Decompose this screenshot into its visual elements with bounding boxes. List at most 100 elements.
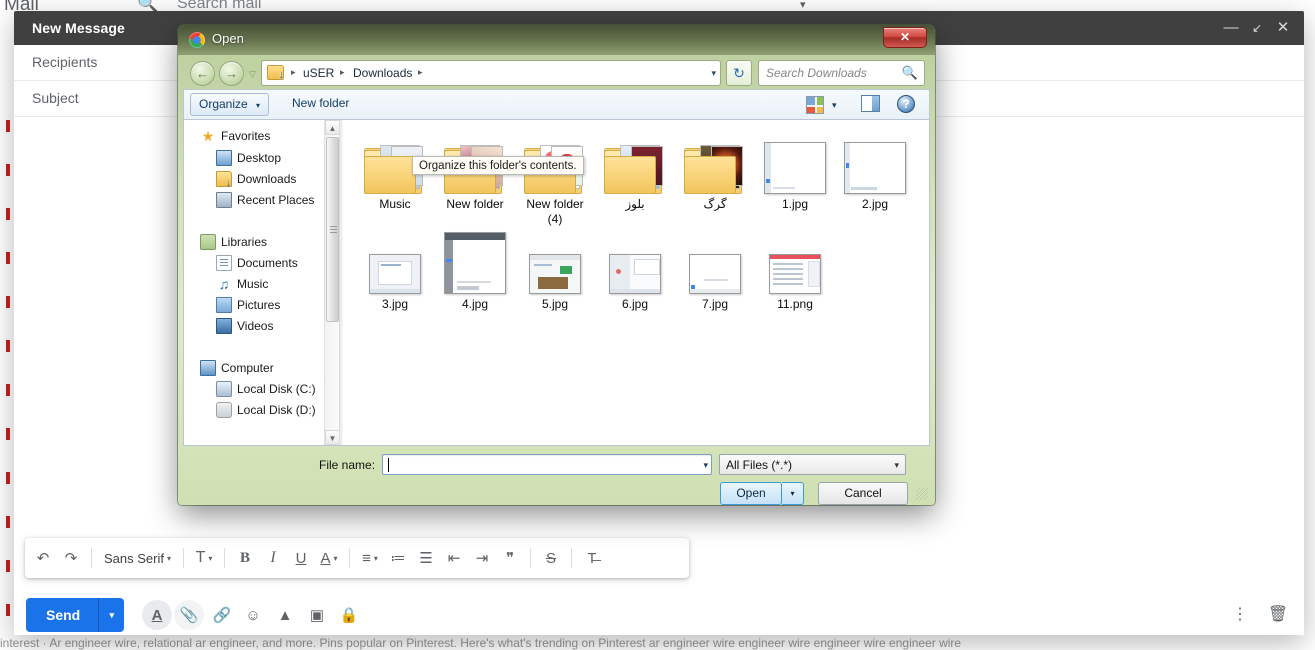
discard-draft-icon[interactable]: 🗑 [1264, 600, 1292, 628]
divider [349, 548, 350, 568]
refresh-icon[interactable]: ↻ [726, 60, 752, 86]
font-family-select[interactable]: Sans Serif ▾ [98, 543, 177, 573]
tree-item-label: Documents [237, 255, 298, 270]
tree-item-local-disk-c[interactable]: Local Disk (C:) [184, 378, 316, 399]
breadcrumb-separator: ▸ [418, 67, 423, 77]
search-input[interactable]: Search Downloads 🔍 [758, 60, 925, 86]
scrollbar-thumb[interactable] [326, 137, 339, 322]
open-options-caret[interactable]: ▾ [782, 482, 804, 505]
open-button[interactable]: Open [720, 482, 782, 505]
remove-formatting-icon[interactable]: T̶ [578, 543, 606, 573]
preview-pane-icon[interactable] [861, 95, 880, 112]
file-label: 11.png [777, 297, 813, 311]
pictures-icon [216, 296, 232, 313]
send-options-caret[interactable]: ▾ [98, 598, 124, 632]
strikethrough-icon[interactable]: S [537, 543, 565, 573]
back-icon[interactable]: ← [190, 61, 215, 86]
tree-item-label: Computer [221, 360, 274, 375]
tree-item-music[interactable]: ♫ Music [184, 273, 269, 294]
tree-item-libraries[interactable]: Libraries [184, 231, 267, 252]
undo-icon[interactable]: ↶ [29, 543, 57, 573]
scroll-down-icon[interactable]: ▼ [325, 430, 339, 445]
chevron-down-icon: ▾ [166, 553, 171, 563]
chevron-down-icon: ▾ [256, 101, 261, 110]
tree-item-pictures[interactable]: Pictures [184, 294, 280, 315]
tree-item-label: Local Disk (D:) [237, 402, 316, 417]
recent-locations-icon[interactable]: ▽ [249, 69, 256, 80]
tree-item-label: Libraries [221, 234, 268, 249]
text-color-button[interactable]: A ▾ [315, 543, 343, 573]
minimize-icon[interactable]: — [1220, 17, 1242, 39]
help-icon[interactable]: ? [897, 95, 915, 113]
tree-item-computer[interactable]: Computer [184, 357, 274, 378]
popout-icon[interactable]: ↙ [1246, 17, 1268, 39]
outdent-icon[interactable]: ⇤ [440, 543, 468, 573]
align-button[interactable]: ≡ ▾ [356, 543, 384, 573]
search-placeholder: Search Downloads [766, 66, 867, 80]
numbered-list-icon[interactable]: ≔ [384, 543, 412, 573]
italic-button[interactable]: I [259, 543, 287, 573]
bulleted-list-icon[interactable]: ☰ [412, 543, 440, 573]
indent-icon[interactable]: ⇥ [468, 543, 496, 573]
breadcrumb-item-user[interactable]: uSER [303, 66, 334, 80]
resize-grip[interactable] [916, 488, 928, 500]
new-folder-button[interactable]: New folder [292, 96, 349, 110]
tree-item-recent-places[interactable]: Recent Places [184, 189, 314, 210]
tree-item-label: Favorites [221, 128, 271, 143]
tree-item-documents[interactable]: Documents [184, 252, 298, 273]
file-item-2-jpg[interactable]: 2.jpg [827, 128, 923, 212]
close-icon[interactable]: ✕ [1272, 17, 1294, 39]
align-icon: ≡ [362, 549, 371, 567]
formatting-options-icon[interactable]: A [142, 600, 172, 630]
divider [224, 548, 225, 568]
more-options-icon[interactable]: ⋮ [1226, 600, 1254, 628]
tree-item-label: Pictures [237, 297, 281, 312]
chevron-down-icon: ▾ [208, 553, 213, 563]
bold-button[interactable]: B [231, 543, 259, 573]
tree-item-local-disk-d[interactable]: Local Disk (D:) [184, 399, 316, 420]
file-item-11-png[interactable]: 11.png [747, 228, 843, 312]
file-type-filter-value: All Files (*.*) [726, 458, 793, 472]
chevron-down-icon[interactable]: ▾ [832, 100, 837, 111]
font-size-button[interactable]: T ▾ [190, 543, 218, 573]
breadcrumb-separator: ▸ [291, 67, 296, 77]
tree-item-label: Downloads [237, 171, 297, 186]
recipients-placeholder: Recipients [32, 54, 98, 70]
chevron-down-icon[interactable]: ▾ [800, 0, 806, 11]
redo-icon[interactable]: ↷ [57, 543, 85, 573]
dialog-footer: File name: ▾ All Files (*.*) ▾ Open ▾ Ca… [183, 446, 930, 505]
address-bar[interactable]: ▸ uSER ▸ Downloads ▸ ▾ [261, 60, 721, 86]
views-icon[interactable] [806, 96, 824, 114]
forward-icon[interactable]: → [219, 61, 244, 86]
confidential-mode-icon[interactable]: 🔒 [334, 600, 364, 630]
quote-icon[interactable]: ❞ [496, 543, 524, 573]
chevron-down-icon: ▾ [373, 553, 378, 563]
libraries-icon [200, 233, 216, 250]
insert-emoji-icon[interactable]: ☺ [238, 600, 268, 630]
divider [571, 548, 572, 568]
breadcrumb-item-downloads[interactable]: Downloads [353, 66, 412, 80]
tree-item-desktop[interactable]: Desktop [184, 147, 281, 168]
tree-item-favorites[interactable]: ★ Favorites [184, 125, 271, 146]
attach-file-icon[interactable]: 📎 [174, 600, 204, 630]
cancel-button[interactable]: Cancel [818, 482, 908, 505]
tree-item-downloads[interactable]: Downloads [184, 168, 296, 189]
organize-button[interactable]: Organize ▾ [190, 93, 270, 116]
chevron-down-icon[interactable]: ▾ [703, 460, 708, 471]
insert-photo-icon[interactable]: ▣ [302, 600, 332, 630]
close-icon[interactable]: ✕ [883, 27, 927, 48]
insert-link-icon[interactable]: 🔗 [207, 600, 237, 630]
tree-item-videos[interactable]: Videos [184, 315, 273, 336]
tree-item-label: Recent Places [237, 192, 315, 207]
insert-drive-icon[interactable]: ▲ [270, 600, 300, 630]
file-label: 2.jpg [861, 197, 889, 211]
file-type-filter-select[interactable]: All Files (*.*) ▾ [719, 454, 906, 475]
send-button[interactable]: Send ▾ [26, 598, 125, 632]
file-name-input[interactable]: ▾ [382, 454, 712, 475]
navigation-pane-scrollbar[interactable]: ▲ ▼ [324, 120, 339, 445]
underline-button[interactable]: U [287, 543, 315, 573]
divider [91, 548, 92, 568]
text-color-label: A [320, 549, 331, 567]
chevron-down-icon[interactable]: ▾ [711, 68, 716, 79]
scroll-up-icon[interactable]: ▲ [325, 120, 339, 135]
